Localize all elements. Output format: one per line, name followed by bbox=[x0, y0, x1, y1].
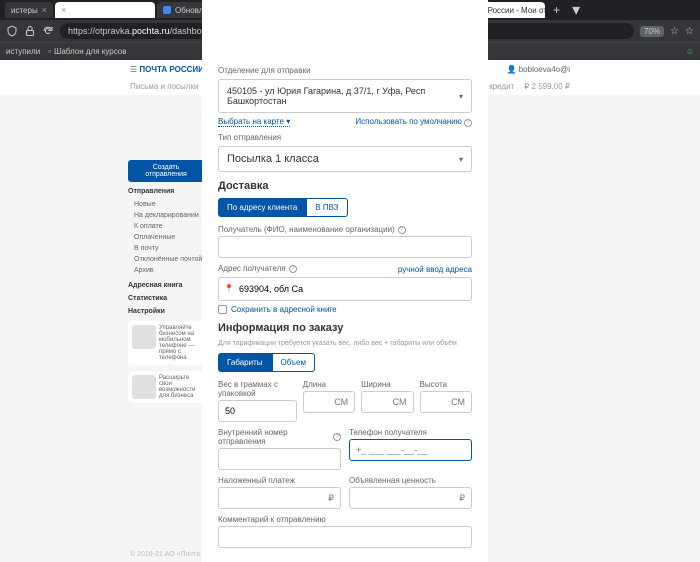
type-label: Тип отправления bbox=[218, 133, 472, 142]
phone-input[interactable] bbox=[349, 439, 472, 461]
wordpress-icon bbox=[163, 6, 171, 14]
chevron-down-icon[interactable]: ▾ bbox=[572, 0, 580, 20]
smiley-icon[interactable]: ☺ bbox=[686, 47, 694, 56]
sidebar-item-declaration[interactable]: На декларировании bbox=[128, 210, 204, 221]
balance: ₽ 2 599,00 ₽ bbox=[524, 82, 570, 91]
checkbox-icon bbox=[218, 305, 227, 314]
comment-input[interactable] bbox=[218, 526, 472, 548]
promo-card[interactable]: Управляйте бизнесом на мобильном телефон… bbox=[128, 321, 204, 365]
logo[interactable]: ПОЧТА РОССИИ bbox=[139, 65, 203, 74]
sidebar-addressbook[interactable]: Адресная книга bbox=[128, 282, 204, 289]
cod-input[interactable] bbox=[218, 487, 341, 509]
cod-label: Наложенный платеж bbox=[218, 476, 341, 485]
measure-toggle: Габариты Объем bbox=[218, 353, 472, 372]
new-tab-button[interactable]: + bbox=[547, 3, 566, 17]
measure-tab-volume[interactable]: Объем bbox=[272, 353, 316, 372]
refresh-icon[interactable] bbox=[42, 25, 54, 37]
weight-input[interactable] bbox=[218, 400, 297, 422]
height-label: Высота bbox=[420, 380, 472, 389]
tab-0[interactable]: истеры× bbox=[5, 2, 53, 18]
tab-1[interactable]: × bbox=[55, 2, 155, 18]
delivery-toggle: По адресу клиента В ПВЗ bbox=[218, 198, 472, 217]
length-input[interactable] bbox=[303, 391, 355, 413]
info-icon[interactable]: ? bbox=[333, 433, 341, 441]
bookmark-icon[interactable]: ☆ bbox=[670, 26, 679, 37]
type-select[interactable]: Посылка 1 класса bbox=[218, 146, 472, 172]
user-menu[interactable]: 👤 bobloeva4o@i bbox=[507, 65, 570, 74]
sidebar-stats[interactable]: Статистика bbox=[128, 295, 204, 302]
declared-label: Объявленная ценность bbox=[349, 476, 472, 485]
manual-addr-link[interactable]: ручной ввод адреса bbox=[398, 265, 472, 274]
sidebar-item-paid[interactable]: Оплаченные bbox=[128, 232, 204, 243]
sidebar-item-payment[interactable]: К оплате bbox=[128, 221, 204, 232]
addr-label: Адрес получателя? bbox=[218, 264, 297, 273]
sidebar-item-rejected[interactable]: Отклонённые почтой bbox=[128, 254, 204, 265]
dept-select[interactable]: 450105 - ул Юрия Гагарина, д 37/1, г Уфа… bbox=[218, 79, 472, 113]
declared-input[interactable] bbox=[349, 487, 472, 509]
info-icon[interactable]: ? bbox=[289, 265, 297, 273]
dept-label: Отделение для отправки bbox=[218, 66, 472, 75]
info-icon[interactable]: ? bbox=[398, 226, 406, 234]
shipment-modal: Отделение для отправки 450105 - ул Юрия … bbox=[202, 0, 488, 562]
menu-icon[interactable]: ☰ ПОЧТА РОССИИ bbox=[130, 65, 204, 74]
sidebar-item-topost[interactable]: В почту bbox=[128, 243, 204, 254]
phone-label: Телефон получателя bbox=[349, 428, 472, 437]
save-book-checkbox[interactable]: Сохранить в адресной книге bbox=[218, 305, 472, 314]
delivery-tab-pvz[interactable]: В ПВЗ bbox=[306, 198, 347, 217]
comment-label: Комментарий к отправлению bbox=[218, 515, 472, 524]
width-label: Ширина bbox=[361, 380, 413, 389]
width-input[interactable] bbox=[361, 391, 413, 413]
internal-label: Внутренний номер отправления? bbox=[218, 428, 341, 446]
addr-input[interactable]: 693904, обл Са bbox=[218, 277, 472, 301]
delivery-tab-address[interactable]: По адресу клиента bbox=[218, 198, 306, 217]
bookmark-item[interactable]: ▫Шаблон для курсов bbox=[48, 47, 126, 56]
breadcrumb-item[interactable]: Письма и посылки bbox=[130, 82, 198, 91]
promo-image bbox=[132, 375, 156, 399]
height-input[interactable] bbox=[420, 391, 472, 413]
zoom-level[interactable]: 70% bbox=[640, 26, 664, 37]
sidebar-title: Отправления bbox=[128, 188, 204, 195]
bookmark-item[interactable]: иступили bbox=[6, 47, 40, 56]
order-title: Информация по заказу bbox=[218, 322, 472, 334]
promo-image bbox=[132, 325, 156, 349]
shield-icon[interactable] bbox=[6, 25, 18, 37]
close-icon[interactable]: × bbox=[42, 5, 47, 15]
lock-icon[interactable] bbox=[24, 25, 36, 37]
recipient-label: Получатель (ФИО, наименование организаци… bbox=[218, 225, 472, 234]
close-icon[interactable]: × bbox=[61, 5, 66, 15]
recipient-input[interactable] bbox=[218, 236, 472, 258]
sidebar-item-archive[interactable]: Архив bbox=[128, 265, 204, 276]
internal-input[interactable] bbox=[218, 448, 341, 470]
sidebar-settings[interactable]: Настройки bbox=[128, 308, 204, 315]
star-icon[interactable]: ☆ bbox=[685, 26, 694, 37]
folder-icon: ▫ bbox=[48, 47, 51, 56]
info-icon[interactable]: ? bbox=[464, 119, 472, 127]
measure-tab-dims[interactable]: Габариты bbox=[218, 353, 272, 372]
weight-label: Вес в граммах с упаковкой bbox=[218, 380, 297, 398]
promo-card[interactable]: Расширьте свои возможности для бизнеса bbox=[128, 371, 204, 403]
sidebar-item-new[interactable]: Новые bbox=[128, 199, 204, 210]
map-link[interactable]: Выбрать на карте ▾ bbox=[218, 117, 290, 127]
order-subtext: Для тарификации требуется указать вес, л… bbox=[218, 340, 472, 347]
length-label: Длина bbox=[303, 380, 355, 389]
default-link[interactable]: Использовать по умолчанию ? bbox=[355, 117, 472, 127]
sidebar: Создать отправления Отправления Новые На… bbox=[128, 160, 204, 403]
delivery-title: Доставка bbox=[218, 180, 472, 192]
create-shipment-button[interactable]: Создать отправления bbox=[128, 160, 204, 182]
